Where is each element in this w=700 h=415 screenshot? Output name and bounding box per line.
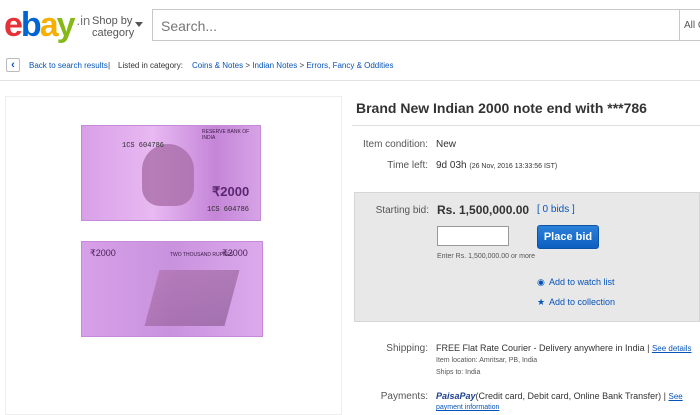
- separator: |: [108, 61, 111, 70]
- payment-info-link[interactable]: payment information: [436, 404, 499, 411]
- shipping-details-link[interactable]: See details: [652, 344, 692, 353]
- watch-list-label: Add to watch list: [549, 277, 615, 287]
- payment-info-link-line2[interactable]: payment information: [436, 404, 499, 411]
- bids-link[interactable]: [ 0 bids ]: [537, 204, 575, 215]
- eye-icon: ◉: [537, 277, 545, 287]
- shop-by-label: Shop by: [92, 15, 133, 27]
- header: e b a y .in Shop by category All C: [0, 0, 700, 52]
- note-bank-name: RESERVE BANK OF INDIA: [202, 129, 250, 141]
- condition-value: New: [436, 139, 457, 150]
- breadcrumb-arrow: >: [245, 61, 251, 70]
- time-left-label: Time left:: [387, 160, 428, 171]
- logo-letter-y: y: [56, 6, 76, 44]
- note-value: ₹2000: [90, 248, 116, 258]
- condition-label: Item condition:: [362, 139, 428, 150]
- note-text: TWO THOUSAND RUPEES: [170, 252, 233, 258]
- breadcrumb: Coins & Notes > Indian Notes > Errors, F…: [192, 61, 393, 70]
- listing-details: Brand New Indian 2000 note end with ***7…: [352, 96, 700, 415]
- divider: [352, 125, 700, 126]
- collection-label: Add to collection: [549, 297, 616, 307]
- bid-amount-input[interactable]: [437, 226, 509, 246]
- breadcrumb-indian-notes[interactable]: Indian Notes: [252, 61, 297, 70]
- time-left-detail: (26 Nov, 2016 13:33:56 IST): [469, 163, 558, 170]
- chevron-down-icon: [135, 22, 143, 27]
- time-left-value: 9d 03h (26 Nov, 2016 13:33:56 IST): [436, 160, 557, 171]
- logo-suffix: .in: [76, 13, 91, 28]
- logo-letter-a: a: [39, 6, 59, 44]
- breadcrumb-bar: ‹ Back to search results | Listed in cat…: [0, 56, 700, 78]
- note-value: ₹2000: [212, 184, 250, 199]
- add-to-watch-list-link[interactable]: ◉ Add to watch list: [537, 277, 615, 288]
- search-input[interactable]: [159, 11, 663, 41]
- banknote-front-image: RESERVE BANK OF INDIA 1CS 604786 1CS 604…: [81, 125, 261, 221]
- item-image-panel[interactable]: RESERVE BANK OF INDIA 1CS 604786 1CS 604…: [5, 96, 342, 415]
- listed-in-label: Listed in category:: [118, 61, 183, 70]
- listing-title: Brand New Indian 2000 note end with ***7…: [356, 100, 647, 116]
- category-label: category: [92, 27, 135, 39]
- ebay-logo[interactable]: e b a y .in: [4, 6, 90, 42]
- shop-by-category-button[interactable]: Shop by category: [92, 15, 143, 39]
- breadcrumb-coins-notes[interactable]: Coins & Notes: [192, 61, 243, 70]
- banknote-back-image: ₹2000 ₹2000 TWO THOUSAND RUPEES: [81, 241, 263, 337]
- paisapay-logo: PaisaPay: [436, 391, 476, 401]
- place-bid-button[interactable]: Place bid: [537, 225, 599, 249]
- payments-value: PaisaPay(Credit card, Debit card, Online…: [436, 391, 683, 401]
- back-chevron-icon[interactable]: ‹: [6, 58, 20, 72]
- portrait-graphic: [142, 144, 194, 206]
- bid-box: Starting bid: Rs. 1,500,000.00 [ 0 bids …: [354, 192, 700, 322]
- ships-to: Ships to: India: [436, 369, 481, 376]
- time-left-duration: 9d 03h: [436, 160, 467, 171]
- divider: [0, 80, 700, 81]
- payments-text: (Credit card, Debit card, Online Bank Tr…: [475, 391, 666, 401]
- search-box: [152, 9, 680, 41]
- note-serial: 1CS 604786: [122, 142, 165, 150]
- back-to-search-link[interactable]: Back to search results: [29, 61, 108, 70]
- starting-bid-label: Starting bid:: [375, 205, 429, 216]
- category-select[interactable]: All C: [680, 9, 700, 41]
- starting-bid-value: Rs. 1,500,000.00: [437, 203, 530, 217]
- payment-info-link[interactable]: See: [668, 392, 682, 401]
- logo-letter-b: b: [20, 6, 42, 44]
- logo-letter-e: e: [4, 6, 23, 44]
- shipping-label: Shipping:: [386, 343, 428, 354]
- breadcrumb-arrow: >: [299, 61, 305, 70]
- breadcrumb-errors-fancy[interactable]: Errors, Fancy & Oddities: [306, 61, 393, 70]
- shipping-text: FREE Flat Rate Courier - Delivery anywhe…: [436, 343, 650, 353]
- payments-label: Payments:: [380, 391, 428, 402]
- bid-hint: Enter Rs. 1,500,000.00 or more: [437, 253, 536, 260]
- shipping-value: FREE Flat Rate Courier - Delivery anywhe…: [436, 343, 692, 353]
- item-location: Item location: Amritsar, PB, India: [436, 357, 538, 364]
- mangalyaan-graphic: [144, 270, 240, 326]
- star-icon: ★: [537, 297, 546, 307]
- note-serial: 1CS 604786: [207, 206, 250, 214]
- add-to-collection-link[interactable]: ★ Add to collection: [537, 297, 615, 308]
